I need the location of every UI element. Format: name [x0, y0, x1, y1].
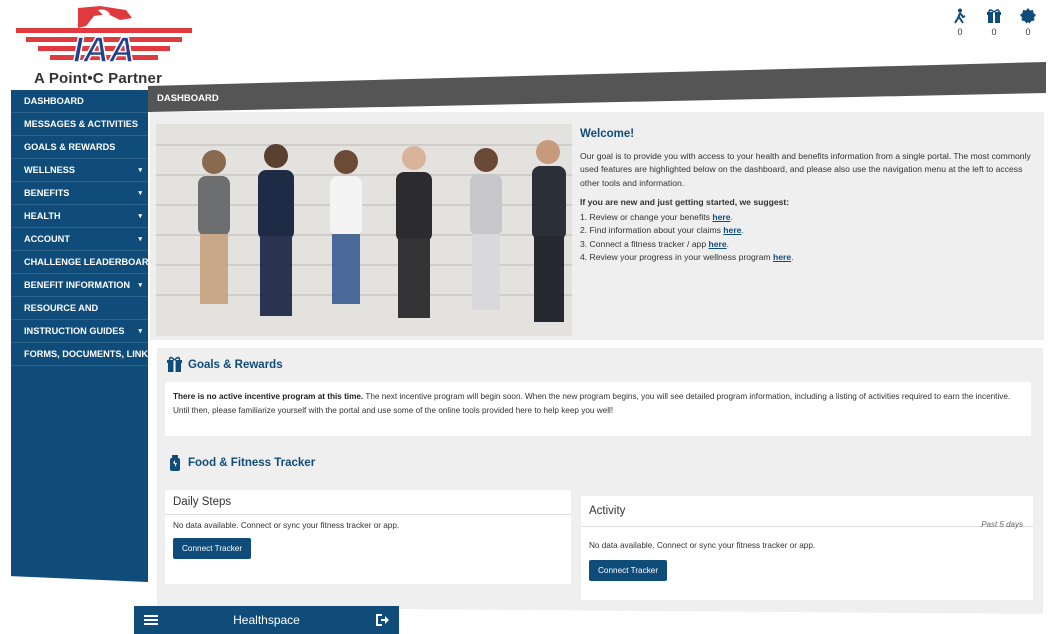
- sidebar-item-label: MESSAGES & ACTIVITIES: [24, 119, 139, 129]
- sidebar-item-label: DASHBOARD: [24, 96, 84, 106]
- suggestion-text: 1. Review or change your benefits: [580, 211, 713, 222]
- daily-steps-message: No data available. Connect or sync your …: [173, 521, 400, 530]
- food-fitness-header: Food & Fitness Tracker: [167, 454, 315, 471]
- badge-icon: [1020, 8, 1036, 24]
- suggestion-item: 4. Review your progress in your wellness…: [580, 252, 794, 262]
- team-photo: [156, 124, 572, 336]
- daily-steps-card: Daily Steps No data available. Connect o…: [165, 490, 571, 584]
- welcome-lead: If you are new and just getting started,…: [580, 197, 790, 207]
- hamburger-menu-icon[interactable]: [144, 613, 158, 627]
- daily-steps-title: Daily Steps: [165, 490, 571, 515]
- goals-rewards-title: Goals & Rewards: [188, 358, 283, 371]
- fitness-bottle-icon: [170, 455, 180, 471]
- fitness-tracker-link[interactable]: here: [709, 239, 727, 249]
- header-strip: [148, 62, 1046, 112]
- sidebar-item-label: RESOURCE AND: [24, 303, 99, 313]
- suggestion-item: 3. Connect a fitness tracker / app here.: [580, 238, 730, 249]
- sidebar-item-benefit-information[interactable]: BENEFIT INFORMATION ▾: [11, 274, 148, 297]
- logout-icon[interactable]: [375, 613, 389, 627]
- sidebar-item-health[interactable]: HEALTH ▾: [11, 205, 148, 228]
- activity-title: Activity: [581, 496, 1033, 527]
- goals-rewards-panel: Goals & Rewards There is no active incen…: [157, 348, 1043, 448]
- brand-tagline: A Point•C Partner: [34, 70, 163, 87]
- top-status-icons: 0 0 0: [950, 8, 1038, 37]
- welcome-panel: Welcome! Our goal is to provide you with…: [150, 112, 1044, 340]
- connect-tracker-button[interactable]: Connect Tracker: [589, 560, 668, 581]
- suggestion-text: 2. Find information about your claims: [580, 225, 724, 235]
- benefits-link[interactable]: here: [712, 212, 730, 222]
- sidebar-item-messages[interactable]: MESSAGES & ACTIVITIES: [11, 113, 148, 136]
- welcome-title: Welcome!: [580, 128, 635, 140]
- steps-indicator[interactable]: 0: [950, 8, 970, 37]
- badges-count: 0: [1025, 27, 1031, 37]
- sidebar-nav: DASHBOARD MESSAGES & ACTIVITIES GOALS & …: [11, 90, 148, 582]
- people-photo-icon: [156, 124, 572, 336]
- suggestion-text: 4. Review your progress in your wellness…: [580, 252, 773, 262]
- goals-message: There is no active incentive program at …: [165, 382, 1031, 436]
- sidebar-item-forms[interactable]: FORMS, DOCUMENTS, LINKS: [11, 343, 148, 366]
- food-fitness-title: Food & Fitness Tracker: [188, 456, 316, 469]
- chevron-down-icon: ▾: [138, 167, 142, 174]
- chevron-down-icon: ▾: [138, 282, 142, 289]
- chevron-down-icon: ▾: [138, 236, 142, 243]
- badges-indicator[interactable]: 0: [1018, 8, 1038, 37]
- sidebar-item-goals[interactable]: GOALS & REWARDS: [11, 136, 148, 159]
- gift-icon: [167, 356, 182, 372]
- activity-range-label: Past 5 days: [981, 520, 1023, 529]
- sidebar-item-resource[interactable]: RESOURCE AND: [11, 297, 148, 320]
- wellness-progress-link[interactable]: here: [773, 252, 791, 262]
- sidebar-item-dashboard[interactable]: DASHBOARD: [11, 90, 148, 113]
- chevron-down-icon: ▾: [138, 328, 142, 335]
- goals-rewards-header: Goals & Rewards: [167, 356, 283, 373]
- sidebar-item-label: BENEFIT INFORMATION: [24, 280, 130, 290]
- claims-link[interactable]: here: [723, 225, 741, 235]
- suggestion-item: 2. Find information about your claims he…: [580, 225, 744, 235]
- suggestion-text: 3. Connect a fitness tracker / app: [580, 238, 709, 249]
- chevron-down-icon: ▾: [138, 190, 142, 197]
- sidebar-item-benefits[interactable]: BENEFITS ▾: [11, 182, 148, 205]
- app-title: Healthspace: [233, 613, 300, 627]
- chevron-down-icon: ▾: [138, 213, 142, 220]
- eagle-logo-icon: IAA: [16, 6, 192, 70]
- mobile-bottom-bar: Healthspace: [134, 606, 399, 634]
- sidebar-item-label: FORMS, DOCUMENTS, LINKS: [24, 349, 155, 359]
- food-fitness-panel: Food & Fitness Tracker Daily Steps No da…: [157, 444, 1043, 614]
- connect-tracker-button[interactable]: Connect Tracker: [173, 538, 252, 559]
- sidebar-item-label: WELLNESS: [24, 165, 76, 175]
- activity-message: No data available. Connect or sync your …: [589, 541, 816, 550]
- sidebar-item-label: ACCOUNT: [24, 234, 70, 244]
- sidebar-item-wellness[interactable]: WELLNESS ▾: [11, 159, 148, 182]
- sidebar-item-instruction-guides[interactable]: INSTRUCTION GUIDES ▾: [11, 320, 148, 343]
- goals-message-bold: There is no active incentive program at …: [173, 392, 364, 401]
- sidebar-item-label: CHALLENGE LEADERBOARD: [24, 257, 156, 267]
- sidebar-item-challenge-leaderboard[interactable]: CHALLENGE LEADERBOARD: [11, 251, 148, 274]
- welcome-text: Welcome! Our goal is to provide you with…: [580, 128, 1035, 265]
- walker-icon: [954, 8, 966, 24]
- sidebar-item-label: BENEFITS: [24, 188, 70, 198]
- sidebar-item-label: GOALS & REWARDS: [24, 142, 116, 152]
- sidebar-item-label: HEALTH: [24, 211, 61, 221]
- svg-text:IAA: IAA: [73, 29, 135, 70]
- rewards-indicator[interactable]: 0: [984, 8, 1004, 37]
- sidebar-item-account[interactable]: ACCOUNT ▾: [11, 228, 148, 251]
- steps-count: 0: [957, 27, 963, 37]
- activity-card: Activity Past 5 days No data available. …: [581, 496, 1033, 600]
- brand-logo[interactable]: IAA A Point•C Partner: [8, 4, 198, 88]
- suggestion-item: 1. Review or change your benefits here.: [580, 211, 733, 222]
- gift-icon: [987, 9, 1001, 23]
- page-title: DASHBOARD: [157, 93, 219, 104]
- rewards-count: 0: [991, 27, 997, 37]
- sidebar-item-label: INSTRUCTION GUIDES: [24, 326, 125, 336]
- welcome-intro: Our goal is to provide you with access t…: [580, 150, 1031, 188]
